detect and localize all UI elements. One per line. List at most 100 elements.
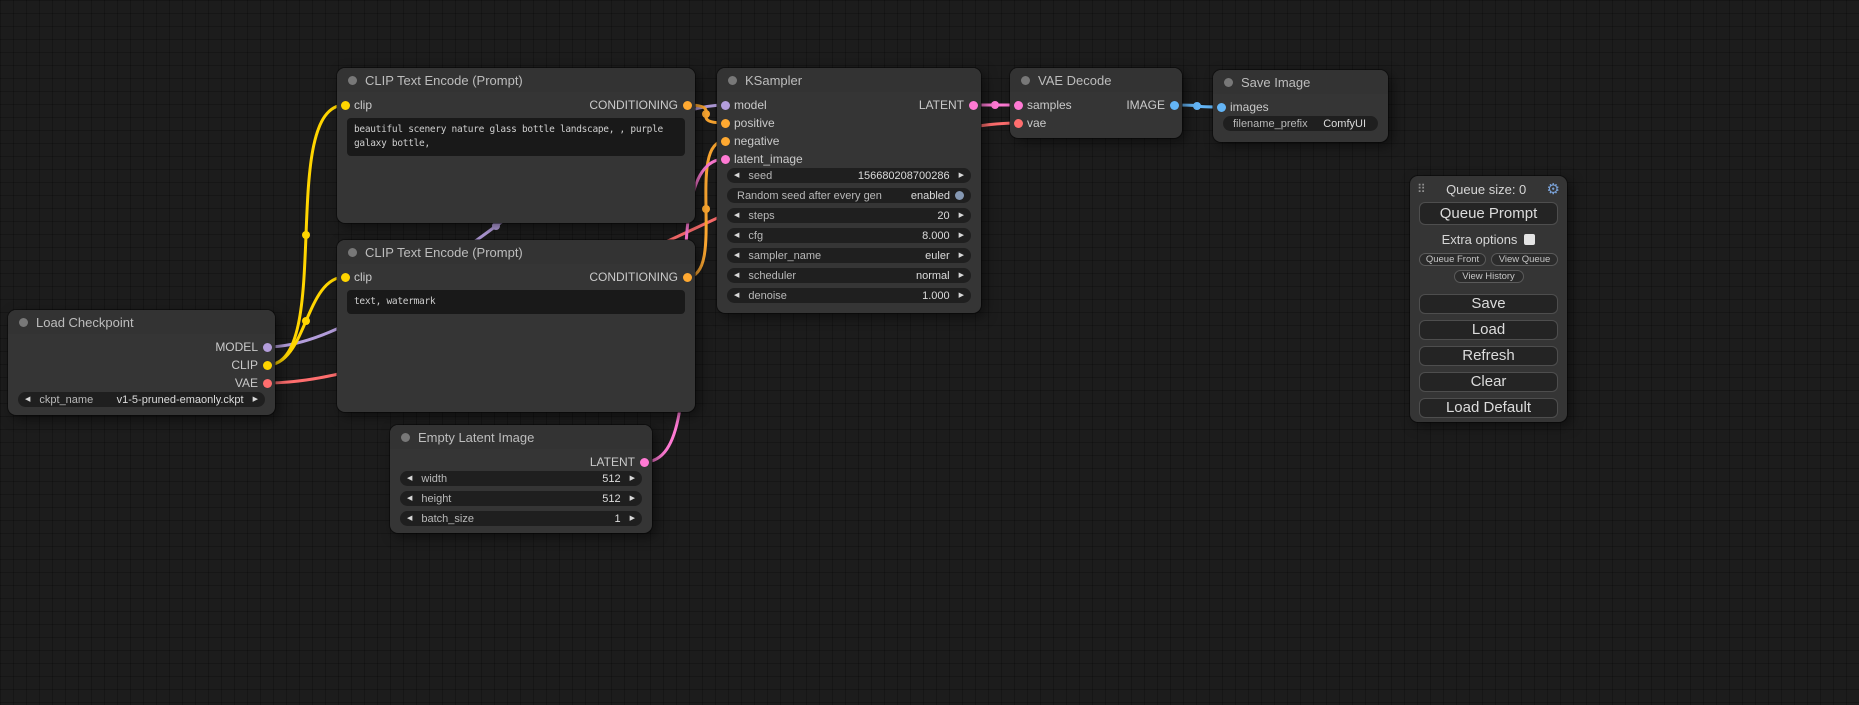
latent-output-slot[interactable] xyxy=(969,101,978,110)
model-input-slot[interactable] xyxy=(721,101,730,110)
input-slot-row: images xyxy=(1213,98,1388,116)
widget-label: width xyxy=(421,473,447,485)
ckpt-name-widget[interactable]: ◀ ckpt_name v1-5-pruned-emaonly.ckpt ▶ xyxy=(18,392,265,407)
node-load-checkpoint[interactable]: Load Checkpoint MODEL CLIP VAE ◀ ckpt_na… xyxy=(8,310,275,415)
node-vae-decode[interactable]: VAE Decode samples IMAGE vae xyxy=(1010,68,1182,138)
height-widget[interactable]: ◀ height 512 ▶ xyxy=(400,491,642,506)
queue-front-button[interactable]: Queue Front xyxy=(1419,253,1486,266)
node-empty-latent-image[interactable]: Empty Latent Image LATENT ◀ width 512 ▶ … xyxy=(390,425,652,533)
collapse-dot[interactable] xyxy=(348,248,357,257)
queue-panel-header: ⠿ Queue size: 0 ⚙ xyxy=(1410,176,1567,200)
conditioning-output-slot[interactable] xyxy=(683,101,692,110)
positive-input-slot[interactable] xyxy=(721,119,730,128)
conditioning-output-slot[interactable] xyxy=(683,273,692,282)
node-clip-text-encode-negative[interactable]: CLIP Text Encode (Prompt) clip CONDITION… xyxy=(337,240,695,412)
cfg-widget[interactable]: ◀ cfg 8.000 ▶ xyxy=(727,228,971,243)
clip-input-slot[interactable] xyxy=(341,273,350,282)
node-title-bar[interactable]: CLIP Text Encode (Prompt) xyxy=(337,240,695,264)
view-queue-button[interactable]: View Queue xyxy=(1491,253,1558,266)
prev-arrow-icon[interactable]: ◀ xyxy=(407,495,412,502)
prompt-textarea[interactable]: beautiful scenery nature glass bottle la… xyxy=(347,118,685,156)
load-button[interactable]: Load xyxy=(1419,320,1558,340)
negative-input-slot[interactable] xyxy=(721,137,730,146)
node-title-bar[interactable]: Load Checkpoint xyxy=(8,310,275,334)
node-ksampler[interactable]: KSampler model LATENT positive negative … xyxy=(717,68,981,313)
load-default-button[interactable]: Load Default xyxy=(1419,398,1558,418)
prev-arrow-icon[interactable]: ◀ xyxy=(734,212,739,219)
slot-label: CONDITIONING xyxy=(589,98,678,112)
vae-output-slot[interactable] xyxy=(263,379,272,388)
prev-arrow-icon[interactable]: ◀ xyxy=(407,515,412,522)
next-arrow-icon[interactable]: ▶ xyxy=(253,396,258,403)
output-slot-row: LATENT xyxy=(390,453,652,471)
collapse-dot[interactable] xyxy=(19,318,28,327)
width-widget[interactable]: ◀ width 512 ▶ xyxy=(400,471,642,486)
sampler-name-widget[interactable]: ◀ sampler_name euler ▶ xyxy=(727,248,971,263)
clip-output-slot[interactable] xyxy=(263,361,272,370)
prev-arrow-icon[interactable]: ◀ xyxy=(734,292,739,299)
filename-prefix-widget[interactable]: filename_prefix ComfyUI xyxy=(1223,116,1378,131)
samples-input-slot[interactable] xyxy=(1014,101,1023,110)
slot-label: VAE xyxy=(235,376,258,390)
node-graph-canvas[interactable]: Load Checkpoint MODEL CLIP VAE ◀ ckpt_na… xyxy=(0,0,1859,705)
node-title-bar[interactable]: VAE Decode xyxy=(1010,68,1182,92)
next-arrow-icon[interactable]: ▶ xyxy=(630,475,635,482)
prev-arrow-icon[interactable]: ◀ xyxy=(734,172,739,179)
latent-image-input-slot[interactable] xyxy=(721,155,730,164)
steps-widget[interactable]: ◀ steps 20 ▶ xyxy=(727,208,971,223)
next-arrow-icon[interactable]: ▶ xyxy=(959,252,964,259)
view-history-button[interactable]: View History xyxy=(1454,270,1524,283)
node-title: CLIP Text Encode (Prompt) xyxy=(365,73,523,88)
widget-label: denoise xyxy=(748,290,787,302)
collapse-dot[interactable] xyxy=(728,76,737,85)
output-slot-row: CLIP xyxy=(8,356,275,374)
refresh-button[interactable]: Refresh xyxy=(1419,346,1558,366)
collapse-dot[interactable] xyxy=(1021,76,1030,85)
node-title-bar[interactable]: KSampler xyxy=(717,68,981,92)
node-title-bar[interactable]: CLIP Text Encode (Prompt) xyxy=(337,68,695,92)
batch-size-widget[interactable]: ◀ batch_size 1 ▶ xyxy=(400,511,642,526)
dual-slot-row: model LATENT xyxy=(717,96,981,114)
node-clip-text-encode-positive[interactable]: CLIP Text Encode (Prompt) clip CONDITION… xyxy=(337,68,695,223)
clip-input-slot[interactable] xyxy=(341,101,350,110)
latent-output-slot[interactable] xyxy=(640,458,649,467)
input-slot-row: negative xyxy=(717,132,981,150)
scheduler-widget[interactable]: ◀ scheduler normal ▶ xyxy=(727,268,971,283)
prev-arrow-icon[interactable]: ◀ xyxy=(407,475,412,482)
images-input-slot[interactable] xyxy=(1217,103,1226,112)
collapse-dot[interactable] xyxy=(1224,78,1233,87)
slot-label: LATENT xyxy=(919,98,964,112)
extra-options-checkbox[interactable] xyxy=(1524,234,1535,245)
denoise-widget[interactable]: ◀ denoise 1.000 ▶ xyxy=(727,288,971,303)
collapse-dot[interactable] xyxy=(348,76,357,85)
node-title-bar[interactable]: Empty Latent Image xyxy=(390,425,652,449)
model-output-slot[interactable] xyxy=(263,343,272,352)
settings-gear-icon[interactable]: ⚙ xyxy=(1547,182,1560,197)
slot-label: MODEL xyxy=(215,340,258,354)
drag-handle-icon[interactable]: ⠿ xyxy=(1417,182,1426,196)
widget-value: normal xyxy=(805,270,950,282)
prev-arrow-icon[interactable]: ◀ xyxy=(734,272,739,279)
clear-button[interactable]: Clear xyxy=(1419,372,1558,392)
vae-input-slot[interactable] xyxy=(1014,119,1023,128)
node-save-image[interactable]: Save Image images filename_prefix ComfyU… xyxy=(1213,70,1388,142)
prev-arrow-icon[interactable]: ◀ xyxy=(734,252,739,259)
next-arrow-icon[interactable]: ▶ xyxy=(630,515,635,522)
queue-prompt-button[interactable]: Queue Prompt xyxy=(1419,202,1558,225)
collapse-dot[interactable] xyxy=(401,433,410,442)
prev-arrow-icon[interactable]: ◀ xyxy=(25,396,30,403)
next-arrow-icon[interactable]: ▶ xyxy=(959,272,964,279)
next-arrow-icon[interactable]: ▶ xyxy=(959,212,964,219)
save-button[interactable]: Save xyxy=(1419,294,1558,314)
prompt-textarea[interactable]: text, watermark xyxy=(347,290,685,314)
next-arrow-icon[interactable]: ▶ xyxy=(959,172,964,179)
node-title-bar[interactable]: Save Image xyxy=(1213,70,1388,94)
seed-widget[interactable]: ◀ seed 156680208700286 ▶ xyxy=(727,168,971,183)
prev-arrow-icon[interactable]: ◀ xyxy=(734,232,739,239)
next-arrow-icon[interactable]: ▶ xyxy=(959,232,964,239)
next-arrow-icon[interactable]: ▶ xyxy=(959,292,964,299)
toggle-dot[interactable] xyxy=(955,191,964,200)
random-seed-toggle-widget[interactable]: Random seed after every gen enabled xyxy=(727,188,971,203)
next-arrow-icon[interactable]: ▶ xyxy=(630,495,635,502)
image-output-slot[interactable] xyxy=(1170,101,1179,110)
